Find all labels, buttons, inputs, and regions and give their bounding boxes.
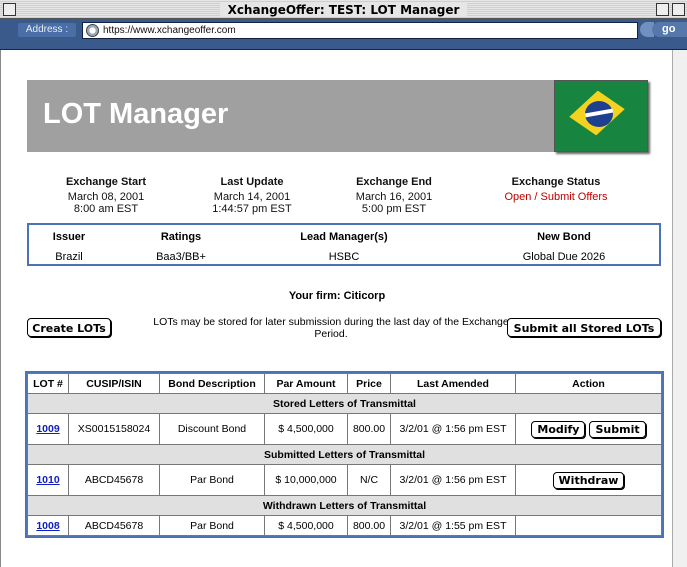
col-price: Price — [347, 373, 391, 394]
col-description: Bond Description — [159, 373, 265, 394]
modify-button[interactable]: Modify — [531, 420, 586, 438]
firm-label: Your firm: Citicorp — [288, 290, 386, 302]
amended-cell: 3/2/01 @ 1:56 pm EST — [390, 413, 516, 445]
amended-cell: 3/2/01 @ 1:56 pm EST — [390, 464, 516, 496]
page-title: LOT Manager — [43, 98, 229, 130]
exchange-end: Exchange End March 16, 2001 5:00 pm EST — [355, 176, 433, 215]
bond-info-box: Issuer Ratings Lead Manager(s) New Bond … — [27, 223, 661, 266]
cusip-cell: ABCD45678 — [68, 464, 160, 496]
lot-link[interactable]: 1009 — [36, 423, 59, 435]
description-cell: Discount Bond — [159, 413, 265, 445]
price-cell: 800.00 — [347, 515, 391, 536]
new-bond-value: Global Due 2026 — [522, 251, 606, 263]
action-cell: Modify Submit — [515, 413, 662, 445]
section-row: Withdrawn Letters of Transmittal — [27, 495, 662, 516]
par-cell: $ 4,500,000 — [264, 413, 348, 445]
brazil-flag-icon — [554, 80, 648, 152]
lot-link[interactable]: 1010 — [36, 474, 59, 486]
lots-note: LOTs may be stored for later submission … — [153, 316, 509, 340]
issuer-header: Issuer — [52, 231, 86, 243]
submit-all-button[interactable]: Submit all Stored LOTs — [507, 318, 661, 337]
address-bar: Address : https://www.xchangeoffer.com g… — [0, 19, 687, 50]
col-action: Action — [515, 373, 662, 394]
cusip-cell: ABCD45678 — [68, 515, 160, 536]
zoom-box-icon[interactable] — [656, 3, 669, 16]
go-button[interactable]: go — [652, 22, 687, 37]
url-text: https://www.xchangeoffer.com — [103, 25, 236, 36]
globe-icon — [86, 24, 99, 37]
status-text: Open / Submit Offers — [504, 191, 608, 203]
vertical-scrollbar[interactable] — [672, 50, 687, 567]
header-banner: LOT Manager — [27, 80, 648, 152]
address-label: Address : — [18, 23, 76, 37]
col-par: Par Amount — [264, 373, 348, 394]
last-update: Last Update March 14, 2001 1:44:57 pm EST — [212, 176, 292, 215]
lot-link[interactable]: 1008 — [36, 520, 59, 532]
action-cell — [515, 515, 662, 536]
table-row: 1009 XS0015158024 Discount Bond $ 4,500,… — [27, 413, 662, 445]
submit-button[interactable]: Submit — [589, 420, 646, 438]
col-lot: LOT # — [27, 373, 69, 394]
collapse-box-icon[interactable] — [672, 3, 685, 16]
section-row: Stored Letters of Transmittal — [27, 393, 662, 414]
withdraw-button[interactable]: Withdraw — [552, 471, 625, 489]
lead-manager-header: Lead Manager(s) — [300, 231, 388, 243]
table-row: 1010 ABCD45678 Par Bond $ 10,000,000 N/C… — [27, 464, 662, 496]
section-row: Submitted Letters of Transmittal — [27, 444, 662, 465]
page-content: LOT Manager Exchange Start March 08, 2001… — [0, 50, 673, 567]
table-header-row: LOT # CUSIP/ISIN Bond Description Par Am… — [27, 373, 662, 394]
create-lots-button[interactable]: Create LOTs — [27, 318, 111, 337]
issuer-value: Brazil — [55, 251, 83, 263]
price-cell: 800.00 — [347, 413, 391, 445]
action-cell: Withdraw — [515, 464, 662, 496]
new-bond-header: New Bond — [537, 231, 591, 243]
price-cell: N/C — [347, 464, 391, 496]
col-amended: Last Amended — [390, 373, 516, 394]
lot-table: LOT # CUSIP/ISIN Bond Description Par Am… — [25, 371, 664, 538]
col-cusip: CUSIP/ISIN — [68, 373, 160, 394]
description-cell: Par Bond — [159, 515, 265, 536]
ratings-value: Baa3/BB+ — [156, 251, 206, 263]
par-cell: $ 10,000,000 — [264, 464, 348, 496]
par-cell: $ 4,500,000 — [264, 515, 348, 536]
lead-manager-value: HSBC — [328, 251, 360, 263]
exchange-status: Exchange Status Open / Submit Offers — [504, 176, 608, 203]
window-title: XchangeOffer: TEST: LOT Manager — [219, 3, 468, 17]
amended-cell: 3/2/01 @ 1:55 pm EST — [390, 515, 516, 536]
description-cell: Par Bond — [159, 464, 265, 496]
window-title-bar[interactable]: XchangeOffer: TEST: LOT Manager — [0, 0, 687, 19]
exchange-start: Exchange Start March 08, 2001 8:00 am EST — [65, 176, 147, 215]
ratings-header: Ratings — [160, 231, 202, 243]
url-field[interactable]: https://www.xchangeoffer.com — [82, 22, 638, 39]
cusip-cell: XS0015158024 — [68, 413, 160, 445]
table-row: 1008 ABCD45678 Par Bond $ 4,500,000 800.… — [27, 515, 662, 536]
